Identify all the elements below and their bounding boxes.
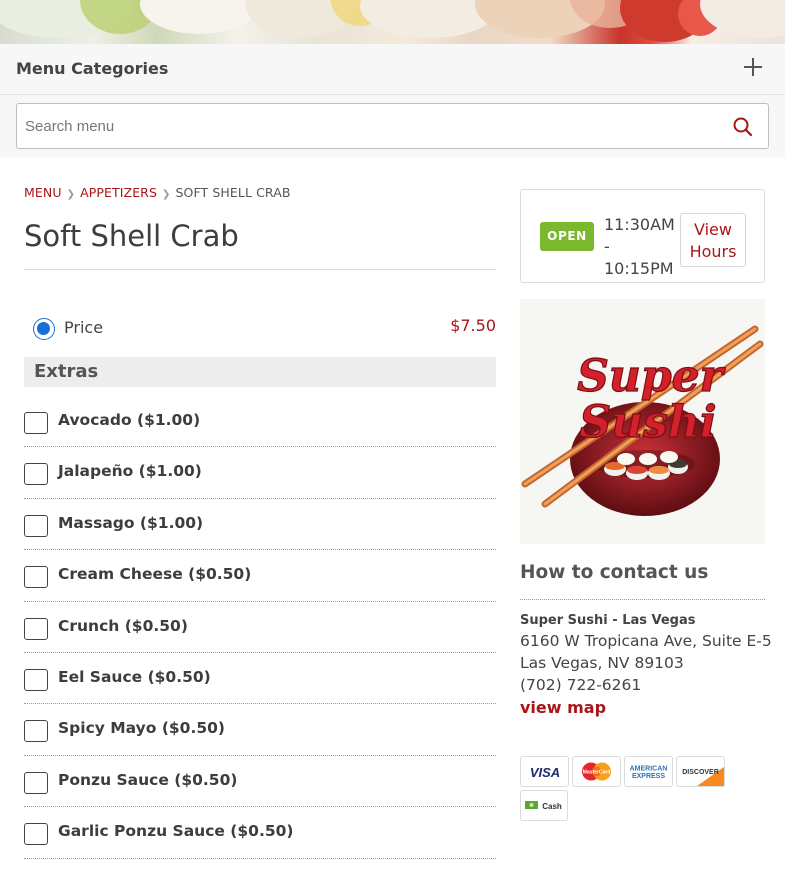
amex-icon: AMERICAN EXPRESS — [624, 756, 673, 787]
extra-option-cream-cheese[interactable]: Cream Cheese ($0.50) — [24, 550, 496, 602]
hours-card: OPEN 11:30AM - 10:15PM View Hours — [520, 189, 765, 283]
logo-text-line1: Super — [577, 351, 726, 402]
business-name: Super Sushi - Las Vegas — [520, 613, 696, 628]
view-hours-button[interactable]: View Hours — [680, 213, 746, 267]
address-line-2: Las Vegas, NV 89103 — [520, 654, 684, 672]
address-line-1: 6160 W Tropicana Ave, Suite E-5 — [520, 632, 772, 650]
discover-text: DISCOVER — [682, 769, 719, 776]
header-banner-image — [0, 0, 785, 44]
price-value: $7.50 — [450, 316, 496, 335]
breadcrumb-current: SOFT SHELL CRAB — [175, 185, 291, 200]
cash-icon: Cash — [520, 790, 568, 821]
hours-start: 11:30AM - — [604, 215, 675, 256]
extra-option-massago[interactable]: Massago ($1.00) — [24, 499, 496, 551]
open-status-badge: OPEN — [540, 222, 594, 251]
breadcrumb: MENU ❯ APPETIZERS ❯ SOFT SHELL CRAB — [24, 185, 291, 200]
extra-checkbox[interactable] — [24, 412, 48, 434]
extra-option-ponzu-sauce[interactable]: Ponzu Sauce ($0.50) — [24, 756, 496, 808]
search-box — [16, 103, 769, 149]
discover-icon: DISCOVER — [676, 756, 725, 787]
contact-divider — [520, 599, 765, 600]
price-radio[interactable] — [33, 318, 55, 340]
extra-label: Cream Cheese ($0.50) — [58, 565, 252, 584]
search-input[interactable] — [25, 112, 715, 140]
phone-number[interactable]: (702) 722-6261 — [520, 676, 641, 694]
menu-categories-bar[interactable]: Menu Categories — [0, 44, 785, 95]
search-section — [0, 95, 785, 157]
extra-option-eel-sauce[interactable]: Eel Sauce ($0.50) — [24, 653, 496, 705]
extra-checkbox[interactable] — [24, 463, 48, 486]
visa-text: VISA — [530, 765, 560, 780]
chevron-right-icon: ❯ — [162, 189, 171, 200]
extras-heading: Extras — [24, 357, 496, 387]
extra-label: Spicy Mayo ($0.50) — [58, 719, 226, 738]
search-icon[interactable] — [731, 115, 755, 139]
extra-checkbox[interactable] — [24, 771, 48, 794]
extra-label: Ponzu Sauce ($0.50) — [58, 770, 238, 789]
extra-checkbox[interactable] — [24, 617, 48, 640]
extra-checkbox[interactable] — [24, 668, 48, 691]
mastercard-text: MasterCard — [583, 770, 611, 776]
amex-text-1: AMERICAN — [630, 766, 668, 773]
extra-checkbox[interactable] — [24, 720, 48, 743]
extra-checkbox[interactable] — [24, 514, 48, 537]
contact-heading: How to contact us — [520, 562, 709, 583]
extra-label: Avocado ($1.00) — [58, 411, 201, 429]
super-sushi-logo-graphic: Super Sushi — [520, 299, 765, 544]
extra-checkbox[interactable] — [24, 823, 48, 846]
extra-option-jalapeno[interactable]: Jalapeño ($1.00) — [24, 447, 496, 499]
chevron-right-icon: ❯ — [66, 189, 76, 200]
extras-list: Avocado ($1.00) Jalapeño ($1.00) Massago… — [24, 396, 496, 859]
extra-label: Crunch ($0.50) — [58, 616, 188, 635]
visa-icon: VISA — [520, 756, 569, 787]
hours-range: 11:30AM - 10:15PM — [604, 214, 684, 280]
extra-option-garlic-ponzu-sauce[interactable]: Garlic Ponzu Sauce ($0.50) — [24, 807, 496, 859]
restaurant-logo: Super Sushi — [520, 299, 765, 544]
plus-icon[interactable] — [742, 56, 764, 78]
extra-label: Eel Sauce ($0.50) — [58, 667, 211, 686]
extra-option-spicy-mayo[interactable]: Spicy Mayo ($0.50) — [24, 704, 496, 756]
breadcrumb-appetizers-link[interactable]: APPETIZERS — [80, 185, 157, 200]
view-map-link[interactable]: view map — [520, 698, 606, 717]
extra-checkbox[interactable] — [24, 566, 48, 589]
extra-label: Massago ($1.00) — [58, 513, 204, 532]
extra-label: Jalapeño ($1.00) — [58, 462, 202, 481]
extra-option-crunch[interactable]: Crunch ($0.50) — [24, 602, 496, 653]
mastercard-icon: MasterCard — [572, 756, 621, 787]
title-divider — [24, 269, 496, 270]
sushi-banner-graphic — [0, 0, 785, 42]
cash-text: Cash — [542, 802, 562, 811]
extra-label: Garlic Ponzu Sauce ($0.50) — [58, 822, 294, 841]
price-label: Price — [64, 318, 104, 337]
extras-heading-label: Extras — [34, 361, 99, 382]
extra-option-avocado[interactable]: Avocado ($1.00) — [24, 396, 496, 448]
view-hours-label-1: View — [694, 220, 732, 239]
menu-categories-title: Menu Categories — [16, 59, 169, 78]
logo-text-line2: Sushi — [579, 397, 716, 448]
breadcrumb-menu-link[interactable]: MENU — [24, 185, 62, 200]
view-hours-label-2: Hours — [689, 242, 737, 261]
item-title: Soft Shell Crab — [24, 219, 239, 253]
amex-text-2: EXPRESS — [632, 773, 665, 780]
hours-end: 10:15PM — [604, 259, 674, 278]
